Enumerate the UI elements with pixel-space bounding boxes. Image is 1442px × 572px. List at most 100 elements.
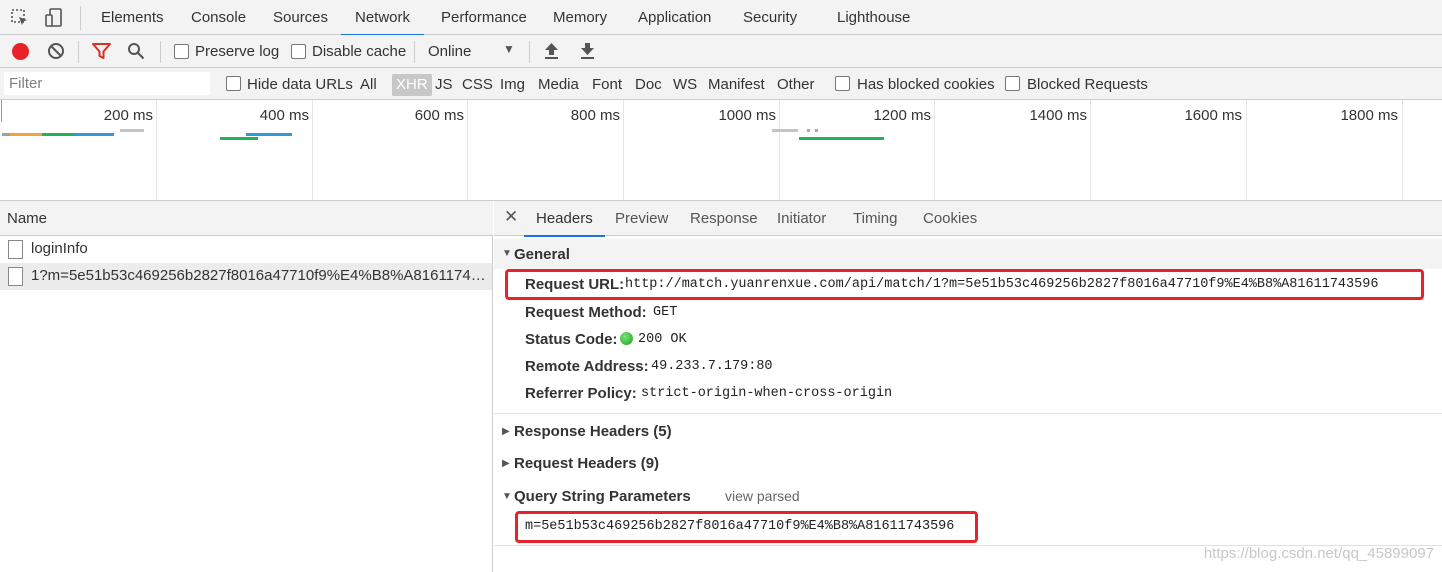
status-code-label: Status Code:	[525, 331, 618, 348]
tab-response[interactable]: Response	[690, 210, 758, 227]
document-icon	[8, 267, 23, 286]
toolbar-separator	[78, 41, 79, 63]
tab-initiator[interactable]: Initiator	[777, 210, 826, 227]
disable-cache-label: Disable cache	[312, 43, 407, 60]
tab-application[interactable]: Application	[638, 0, 711, 35]
status-ok-icon	[620, 332, 633, 345]
timeline-gridline	[1090, 100, 1091, 200]
toolbar-separator	[529, 41, 530, 63]
timeline-bar-waiting	[772, 129, 798, 132]
request-row[interactable]: loginInfo	[0, 236, 492, 263]
tab-cookies[interactable]: Cookies	[923, 210, 977, 227]
response-headers-title[interactable]: Response Headers (5)	[514, 423, 672, 440]
type-filter-manifest[interactable]: Manifest	[708, 74, 765, 96]
blocked-requests-checkbox[interactable]	[1005, 76, 1020, 91]
type-filter-css[interactable]: CSS	[462, 74, 493, 96]
hide-data-urls-label: Hide data URLs	[247, 76, 353, 93]
request-list-header[interactable]: Name	[0, 201, 493, 236]
referrer-policy-label: Referrer Policy:	[525, 385, 637, 402]
tab-performance[interactable]: Performance	[441, 0, 527, 35]
timeline-cursor	[1, 100, 2, 122]
type-filter-media[interactable]: Media	[538, 74, 579, 96]
type-filter-font[interactable]: Font	[592, 74, 622, 96]
timeline-bar-waiting	[2, 133, 10, 136]
triangle-down-icon: ▼	[502, 248, 512, 259]
tab-preview[interactable]: Preview	[615, 210, 668, 227]
tab-sources[interactable]: Sources	[273, 0, 328, 35]
query-param-value: m=5e51b53c469256b2827f8016a47710f9%E4%B8…	[525, 519, 955, 534]
timeline-gridline	[467, 100, 468, 200]
timeline-tick: 1600 ms	[1184, 107, 1242, 124]
request-url-label: Request URL:	[525, 276, 625, 293]
tab-timing[interactable]: Timing	[853, 210, 897, 227]
view-parsed-link[interactable]: view parsed	[725, 488, 800, 504]
type-filter-js[interactable]: JS	[435, 74, 453, 96]
general-title: General	[514, 246, 570, 263]
record-icon[interactable]	[12, 43, 29, 60]
request-details: ✕ Headers Preview Response Initiator Tim…	[494, 201, 1442, 572]
type-filter-ws[interactable]: WS	[673, 74, 697, 96]
triangle-right-icon[interactable]: ▶	[502, 458, 510, 469]
remote-address-label: Remote Address:	[525, 358, 649, 375]
search-icon[interactable]	[127, 42, 145, 64]
details-tabbar: ✕ Headers Preview Response Initiator Tim…	[494, 201, 1442, 237]
type-filter-doc[interactable]: Doc	[635, 74, 662, 96]
triangle-down-icon[interactable]: ▼	[502, 491, 512, 502]
chevron-down-icon[interactable]: ▼	[503, 42, 515, 56]
request-row-selected[interactable]: 1?m=5e51b53c469256b2827f8016a47710f9%E4%…	[0, 263, 492, 290]
timeline-bar-download	[74, 133, 114, 136]
tab-security[interactable]: Security	[743, 0, 797, 35]
request-name: loginInfo	[31, 240, 88, 257]
inspect-element-icon[interactable]	[10, 8, 30, 28]
timeline-gridline	[934, 100, 935, 200]
tab-network[interactable]: Network	[340, 0, 425, 36]
filter-bar: Hide data URLs All XHR JS CSS Img Media …	[0, 68, 1442, 100]
type-filter-other[interactable]: Other	[777, 74, 815, 96]
has-blocked-cookies-checkbox[interactable]	[835, 76, 850, 91]
hide-data-urls-checkbox[interactable]	[226, 76, 241, 91]
timeline-bar-wait	[42, 133, 74, 136]
import-har-icon[interactable]	[543, 42, 560, 64]
close-icon[interactable]: ✕	[504, 207, 518, 227]
request-name: 1?m=5e51b53c469256b2827f8016a47710f9%E4%…	[31, 267, 487, 284]
timeline-tick: 400 ms	[259, 107, 309, 124]
devtools-tabbar: Elements Console Sources Network Perform…	[0, 0, 1442, 36]
tab-headers[interactable]: Headers	[524, 210, 605, 237]
type-filter-img[interactable]: Img	[500, 74, 525, 96]
triangle-right-icon[interactable]: ▶	[502, 426, 510, 437]
request-list: Name loginInfo 1?m=5e51b53c469256b2827f8…	[0, 201, 493, 572]
timeline-gridline	[779, 100, 780, 200]
clear-icon[interactable]	[47, 42, 65, 64]
status-code-value: 200 OK	[638, 332, 687, 347]
network-overview[interactable]: 200 ms 400 ms 600 ms 800 ms 1000 ms 1200…	[0, 100, 1442, 201]
timeline-bar-wait	[799, 137, 884, 140]
device-toolbar-icon[interactable]	[44, 8, 64, 28]
network-toolbar: Preserve log Disable cache Online ▼	[0, 35, 1442, 68]
name-column-header[interactable]: Name	[7, 210, 47, 227]
timeline-tick: 1000 ms	[718, 107, 776, 124]
tab-lighthouse[interactable]: Lighthouse	[837, 0, 910, 35]
has-blocked-cookies-label: Has blocked cookies	[857, 76, 995, 93]
query-params-title[interactable]: Query String Parameters	[514, 488, 691, 505]
toolbar-separator	[414, 41, 415, 63]
tab-memory[interactable]: Memory	[553, 0, 607, 35]
tab-elements[interactable]: Elements	[101, 0, 164, 35]
export-har-icon[interactable]	[579, 42, 596, 64]
request-method-label: Request Method:	[525, 304, 647, 321]
tabbar-separator	[80, 6, 81, 30]
timeline-gridline	[312, 100, 313, 200]
request-headers-title[interactable]: Request Headers (9)	[514, 455, 659, 472]
tab-console[interactable]: Console	[191, 0, 246, 35]
timeline-bar-wait	[220, 137, 258, 140]
filter-input[interactable]	[4, 72, 210, 95]
preserve-log-checkbox[interactable]	[174, 44, 189, 59]
timeline-gridline	[1246, 100, 1247, 200]
disable-cache-checkbox[interactable]	[291, 44, 306, 59]
throttle-select[interactable]: Online	[428, 43, 471, 60]
timeline-tick: 1200 ms	[873, 107, 931, 124]
timeline-tick: 800 ms	[570, 107, 620, 124]
type-filter-all[interactable]: All	[360, 74, 377, 96]
type-filter-xhr[interactable]: XHR	[392, 74, 432, 96]
general-section-header[interactable]: ▼ General	[494, 239, 1442, 269]
filter-icon[interactable]	[92, 42, 111, 64]
